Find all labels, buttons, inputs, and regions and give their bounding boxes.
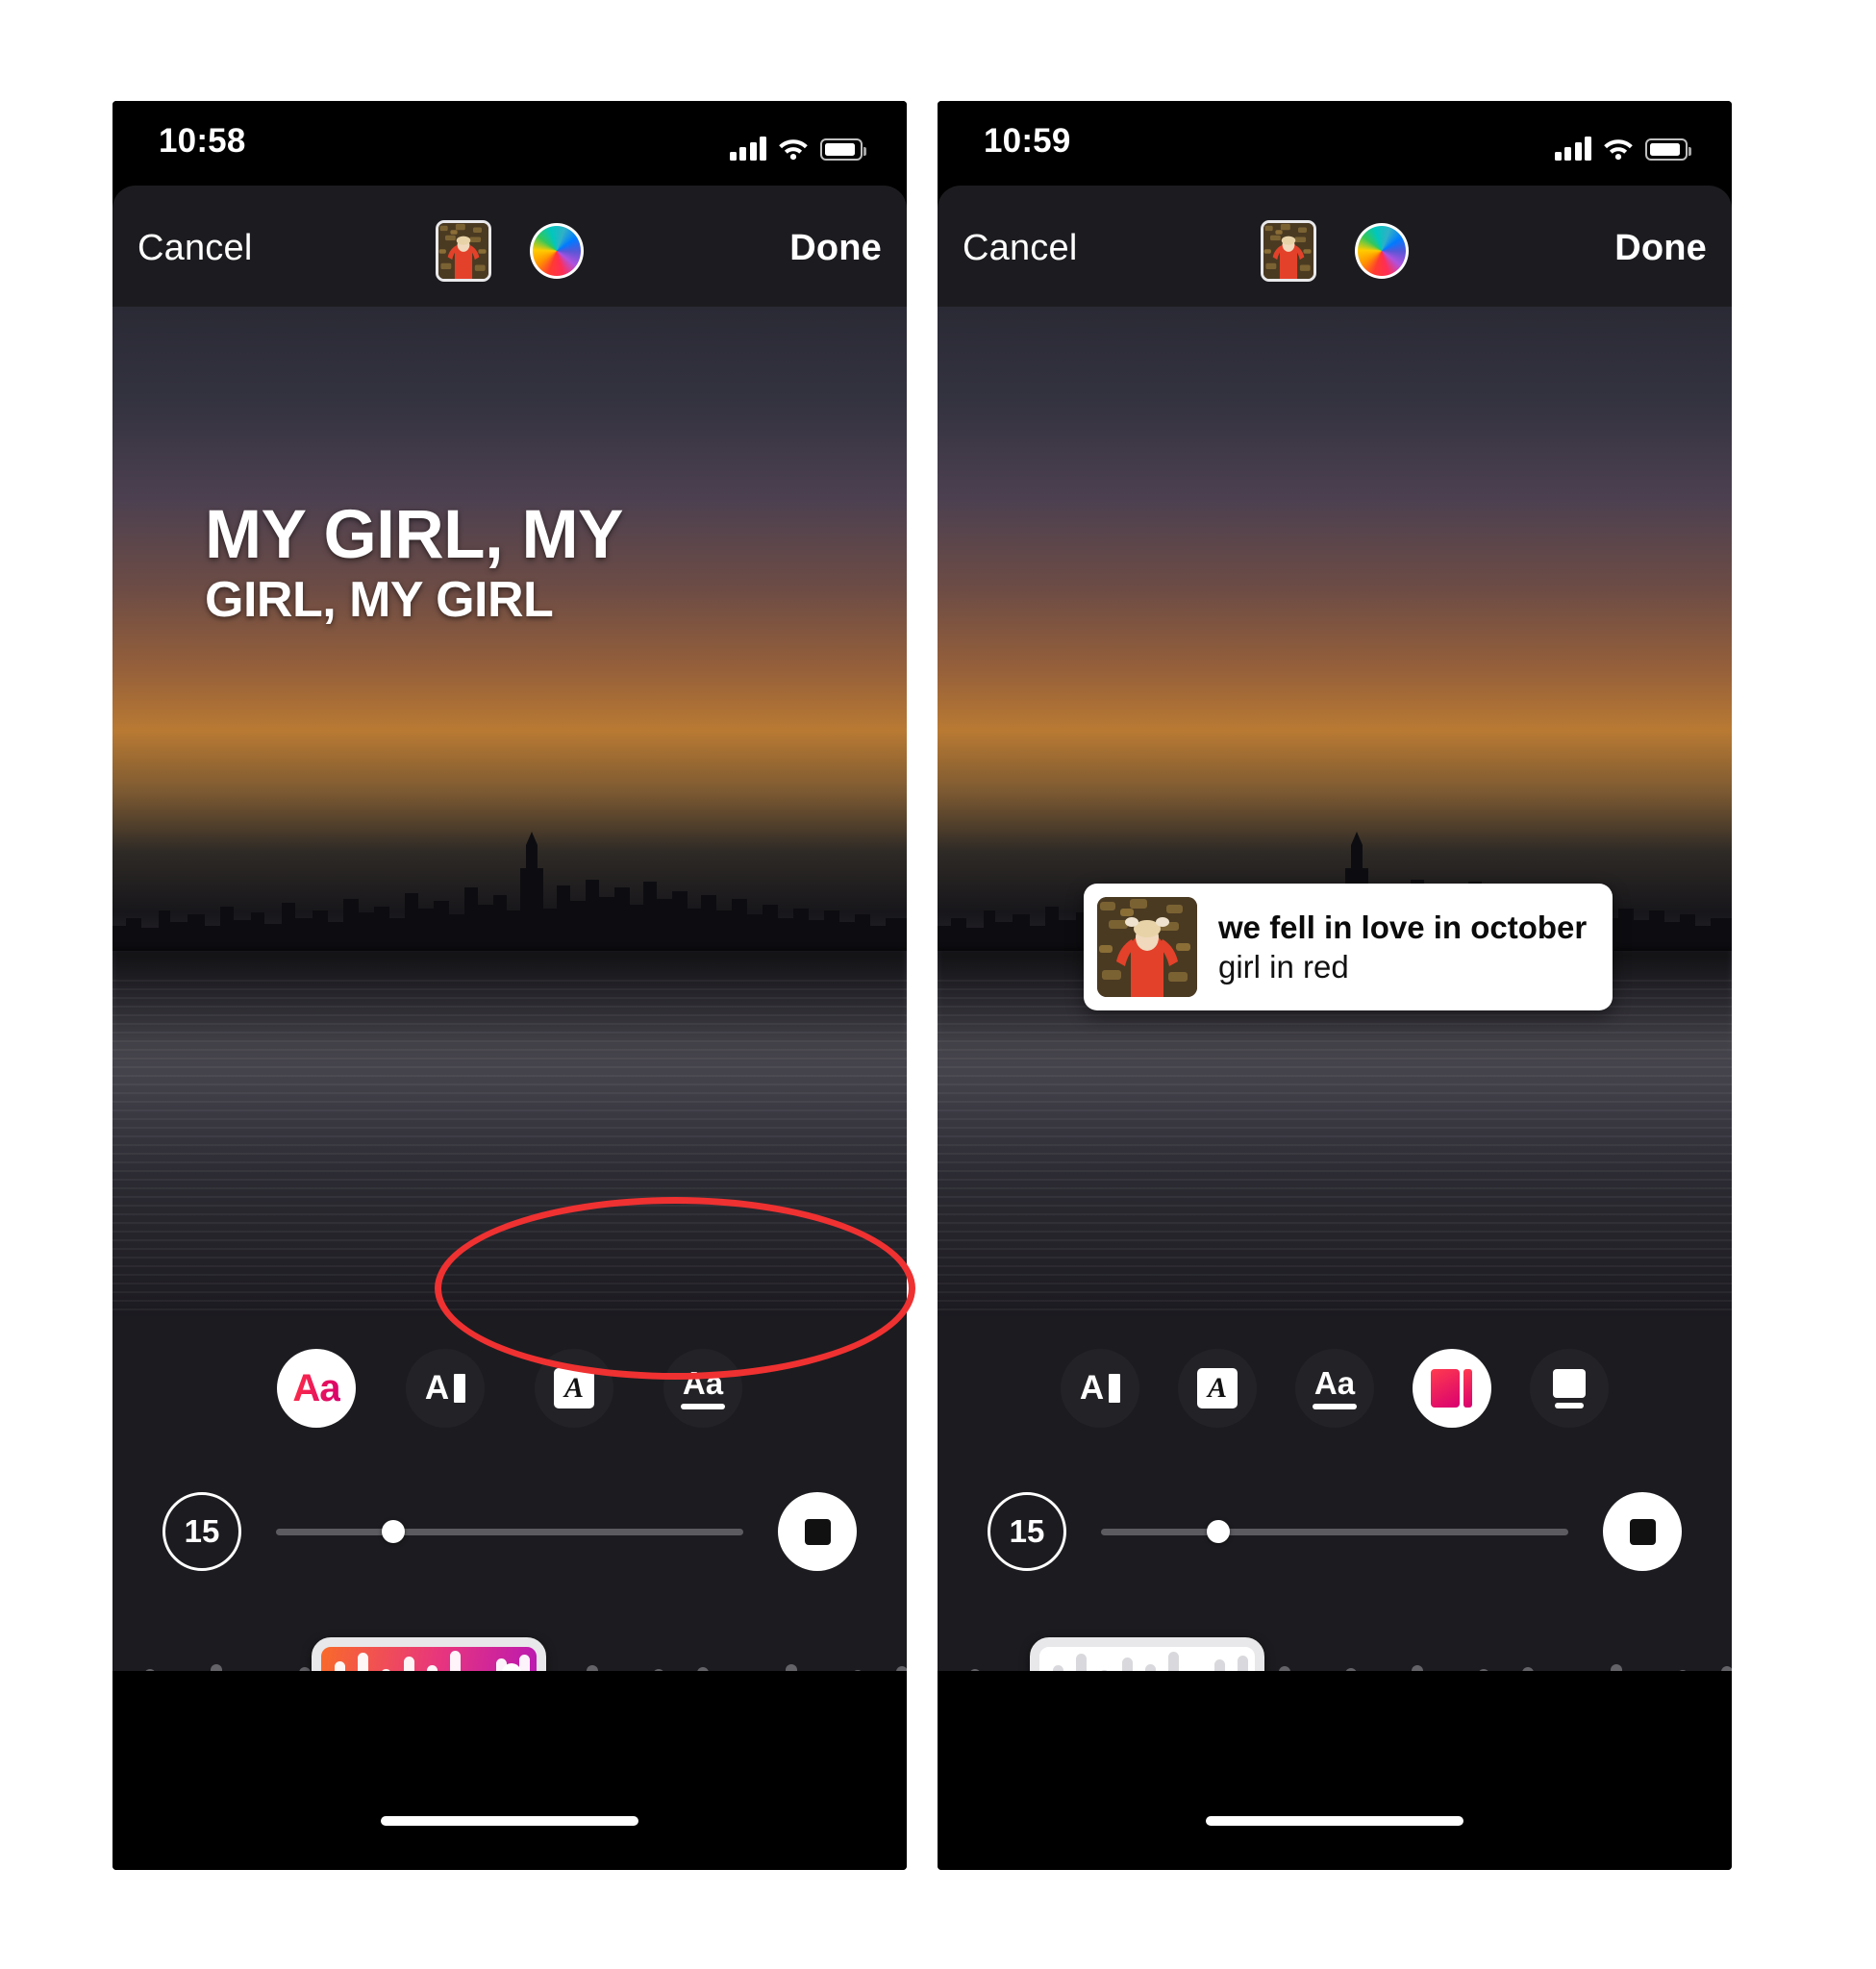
- home-indicator[interactable]: [381, 1816, 638, 1826]
- album-art-thumbnail[interactable]: [436, 220, 491, 282]
- waveform-scrubber[interactable]: [113, 1603, 907, 1671]
- style-button-card-plain[interactable]: [1530, 1349, 1609, 1428]
- sticker-track-title: we fell in love in october: [1218, 909, 1588, 945]
- waveform-scrubber[interactable]: [938, 1603, 1732, 1671]
- volume-slider[interactable]: [276, 1514, 743, 1549]
- battery-icon: [1645, 138, 1691, 161]
- status-icons: [1554, 128, 1691, 161]
- waveform-drag-handle[interactable]: [502, 1663, 521, 1671]
- duration-and-scrub-row: 15: [938, 1460, 1732, 1603]
- cellular-signal-icon: [729, 136, 766, 161]
- a-bar-icon: A: [1080, 1369, 1121, 1408]
- style-button-aa-bold[interactable]: Aa: [277, 1349, 356, 1428]
- style-button-a-boxed[interactable]: A: [1178, 1349, 1257, 1428]
- underline-aa-icon: Aa: [1313, 1367, 1357, 1409]
- editor-toolbar: Cancel Done: [113, 186, 907, 307]
- phone-screen-right: 10:59 Cancel Done we fell in love in oct…: [938, 101, 1732, 1870]
- boxed-a-icon: A: [554, 1368, 594, 1408]
- battery-icon: [820, 138, 866, 161]
- slider-track: [1101, 1528, 1568, 1535]
- phone-screen-left: 10:58 Cancel Done MY GIRL, MY GIRL, MY G…: [113, 101, 907, 1870]
- done-button[interactable]: Done: [789, 228, 882, 269]
- waveform-selection[interactable]: [312, 1637, 546, 1671]
- lyrics-line-2: GIRL, MY GIRL: [205, 572, 554, 628]
- duration-badge[interactable]: 15: [988, 1492, 1066, 1571]
- sticker-album-art: [1097, 897, 1197, 997]
- water-texture: [113, 980, 907, 1316]
- volume-slider[interactable]: [1101, 1514, 1568, 1549]
- status-time: 10:59: [984, 122, 1071, 160]
- boxed-a-icon: A: [1197, 1368, 1238, 1408]
- music-sticker-card[interactable]: we fell in love in october girl in red: [1084, 884, 1613, 1010]
- stop-button[interactable]: [778, 1492, 857, 1571]
- sticker-text: we fell in love in october girl in red: [1218, 908, 1587, 987]
- sticker-artist: girl in red: [1218, 949, 1349, 984]
- done-button[interactable]: Done: [1614, 228, 1707, 269]
- music-editor-sheet: Cancel: [113, 186, 907, 1671]
- underline-aa-icon: Aa: [681, 1367, 725, 1409]
- duration-and-scrub-row: 15: [113, 1460, 907, 1603]
- style-button-a-boxed[interactable]: A: [535, 1349, 613, 1428]
- style-buttons-row: Aa A A Aa: [113, 1316, 907, 1460]
- duration-badge[interactable]: 15: [163, 1492, 241, 1571]
- stop-button[interactable]: [1603, 1492, 1682, 1571]
- toolbar-center-group: [113, 220, 907, 282]
- stop-square-icon: [804, 1518, 831, 1545]
- style-button-a-bar[interactable]: A: [1061, 1349, 1139, 1428]
- home-indicator-area: [938, 1671, 1732, 1870]
- stop-square-icon: [1629, 1518, 1656, 1545]
- toolbar-center-group: [938, 220, 1732, 282]
- style-buttons-row: A A Aa: [938, 1316, 1732, 1460]
- status-time: 10:58: [159, 122, 246, 160]
- color-picker-wheel[interactable]: [530, 223, 584, 279]
- wifi-icon: [1604, 139, 1633, 161]
- status-bar: 10:58: [113, 101, 907, 186]
- style-button-aa-underline[interactable]: Aa: [663, 1349, 742, 1428]
- city-skyline-silhouette: [113, 832, 907, 951]
- a-bar-icon: A: [425, 1369, 466, 1408]
- story-photo-canvas[interactable]: MY GIRL, MY GIRL, MY GIRL: [113, 307, 907, 1316]
- album-art-image: [438, 223, 488, 279]
- music-editor-sheet: Cancel: [938, 186, 1732, 1671]
- style-button-a-bar[interactable]: A: [406, 1349, 485, 1428]
- album-art-image: [1263, 223, 1313, 279]
- color-picker-wheel[interactable]: [1355, 223, 1409, 279]
- home-indicator[interactable]: [1206, 1816, 1463, 1826]
- cellular-signal-icon: [1554, 136, 1591, 161]
- slider-track: [276, 1528, 743, 1535]
- style-button-aa-underline[interactable]: Aa: [1295, 1349, 1374, 1428]
- status-icons: [729, 128, 866, 161]
- white-card-icon: [1553, 1368, 1586, 1408]
- aa-gradient-icon: Aa: [292, 1366, 340, 1409]
- water-texture: [938, 980, 1732, 1316]
- wifi-icon: [779, 139, 808, 161]
- color-card-icon: [1431, 1369, 1473, 1408]
- style-button-card-color[interactable]: [1413, 1349, 1491, 1428]
- lyrics-line-1: MY GIRL, MY: [205, 497, 624, 573]
- album-art-image: [1097, 897, 1197, 997]
- waveform-selection[interactable]: [1030, 1637, 1264, 1671]
- status-bar: 10:59: [938, 101, 1732, 186]
- slider-thumb[interactable]: [381, 1520, 405, 1543]
- album-art-thumbnail[interactable]: [1261, 220, 1316, 282]
- editor-toolbar: Cancel Done: [938, 186, 1732, 307]
- slider-thumb[interactable]: [1206, 1520, 1230, 1543]
- story-photo-canvas[interactable]: we fell in love in october girl in red: [938, 307, 1732, 1316]
- lyrics-overlay[interactable]: MY GIRL, MY GIRL, MY GIRL: [205, 501, 830, 632]
- screenshot-canvas: 10:58 Cancel Done MY GIRL, MY GIRL, MY G…: [0, 0, 1876, 1969]
- home-indicator-area: [113, 1671, 907, 1870]
